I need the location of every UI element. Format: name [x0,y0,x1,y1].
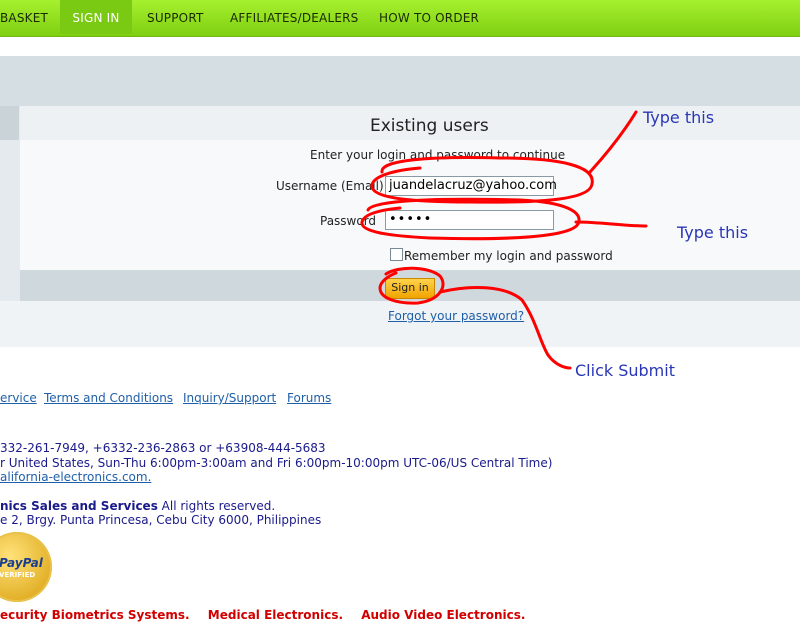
brand-medical-electronics[interactable]: Medical Electronics. [208,608,343,622]
sign-in-button[interactable]: Sign in [385,278,435,299]
login-instructions: Enter your login and password to continu… [310,148,566,162]
remember-checkbox[interactable] [390,248,403,261]
nav-how-to-order[interactable]: HOW TO ORDER [379,0,479,34]
password-annotation: Type this [677,223,749,242]
nav-basket[interactable]: BASKET [0,0,58,34]
company-name: nics Sales and Services [0,499,158,513]
password-input[interactable]: ••••• [385,210,554,230]
login-title: Existing users [370,116,489,136]
brand-links: ecurity Biometrics Systems. Medical Elec… [0,608,539,622]
contact-phone: 332-261-7949, +6332-236-2863 or +63908-4… [0,441,326,455]
footer-link-service[interactable]: ervice [0,391,37,405]
footer-link-inquiry[interactable]: Inquiry/Support [183,391,276,405]
nav-sign-in[interactable]: SIGN IN [60,0,132,34]
login-section-bottom [0,301,800,347]
company-line: nics Sales and Services All rights reser… [0,499,275,513]
brand-audio-video[interactable]: Audio Video Electronics. [361,608,525,622]
brand-security-biometrics[interactable]: ecurity Biometrics Systems. [0,608,190,622]
paypal-verified-text: VERIFIED [0,571,36,579]
contact-email-link[interactable]: alifornia-electronics.com. [0,470,151,484]
footer-link-terms[interactable]: Terms and Conditions [44,391,173,405]
nav-affiliates-dealers[interactable]: AFFILIATES/DEALERS [230,0,358,34]
login-section-top [0,56,800,106]
submit-annotation: Click Submit [575,361,675,380]
username-annotation: Type this [643,108,715,127]
nav-support[interactable]: SUPPORT [147,0,204,34]
forgot-password-link[interactable]: Forgot your password? [388,309,524,323]
login-section-tab [0,106,19,140]
paypal-logo-text: PayPal [0,556,43,570]
footer-link-forums[interactable]: Forums [287,391,331,405]
remember-label[interactable]: Remember my login and password [404,249,613,263]
password-label: Password [320,214,377,228]
top-navigation: BASKET SIGN IN SUPPORT AFFILIATES/DEALER… [0,0,800,37]
copyright-text: All rights reserved. [157,499,276,513]
contact-hours: r United States, Sun-Thu 6:00pm-3:00am a… [0,456,553,470]
username-input[interactable]: juandelacruz@yahoo.com [385,176,557,196]
username-label: Username (Email) [276,179,384,193]
company-address: e 2, Brgy. Punta Princesa, Cebu City 600… [0,513,322,527]
